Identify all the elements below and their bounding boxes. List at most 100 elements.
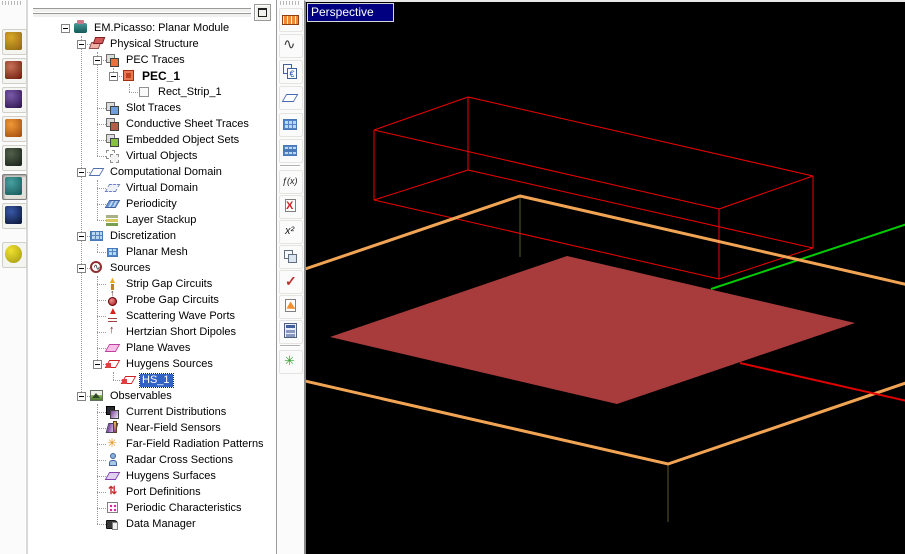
stacked-sheets-euro-button[interactable] xyxy=(279,60,303,84)
module-icon-blue-swoosh xyxy=(5,206,22,224)
module-button-purple-swirl[interactable] xyxy=(2,87,27,113)
expand-collapse-toggle[interactable] xyxy=(77,168,86,177)
3d-viewport[interactable]: Perspective xyxy=(304,0,905,554)
tree-item-plane-waves[interactable]: Plane Waves xyxy=(28,340,276,356)
minus-icon xyxy=(79,396,84,397)
sine-wave-button[interactable] xyxy=(279,34,303,58)
tree-item-virtual-objects[interactable]: Virtual Objects xyxy=(28,148,276,164)
tree-item-label: Periodic Characteristics xyxy=(124,502,245,515)
tree-item-embedded-object-sets[interactable]: Embedded Object Sets xyxy=(28,132,276,148)
layer-stackup-icon xyxy=(105,212,121,228)
tree-item-label: Virtual Objects xyxy=(124,150,200,163)
periodic-characteristics-icon xyxy=(105,500,121,516)
domain-parallelogram-button[interactable] xyxy=(279,86,303,110)
rect-strip-1-icon xyxy=(137,84,153,100)
tree-item-conductive-sheet-traces[interactable]: Conductive Sheet Traces xyxy=(28,116,276,132)
tree-item-label: Virtual Domain xyxy=(124,182,201,195)
mesh-grid-button[interactable] xyxy=(279,113,303,137)
duplicate-layers-button[interactable] xyxy=(279,245,303,269)
module-button-gold[interactable] xyxy=(2,29,27,55)
tree-item-virtual-domain[interactable]: Virtual Domain xyxy=(28,180,276,196)
tree-item-scattering-wave-ports[interactable]: Scattering Wave Ports xyxy=(28,308,276,324)
tree-item-probe-gap-circuits[interactable]: Probe Gap Circuits xyxy=(28,292,276,308)
function-fx-button[interactable] xyxy=(279,170,303,194)
expand-collapse-toggle[interactable] xyxy=(109,72,118,81)
scene-canvas[interactable] xyxy=(306,2,905,554)
tree-item-data-manager[interactable]: Data Manager xyxy=(28,516,276,532)
tree-item-slot-traces[interactable]: Slot Traces xyxy=(28,100,276,116)
tree-item-hs-1[interactable]: HS_1 xyxy=(28,372,276,388)
module-button-dark-molecules[interactable] xyxy=(2,145,27,171)
tree-item-label: Strip Gap Circuits xyxy=(124,278,215,291)
tree-item-discretization[interactable]: Discretization xyxy=(28,228,276,244)
tree-item-planar-mesh[interactable]: Planar Mesh xyxy=(28,244,276,260)
variables-x-button[interactable] xyxy=(279,195,303,219)
module-button-yellow-wheel[interactable] xyxy=(2,242,27,268)
x-squared-button[interactable] xyxy=(279,220,303,244)
minus-icon xyxy=(111,76,116,77)
tree-item-rect-strip-1[interactable]: Rect_Strip_1 xyxy=(28,84,276,100)
module-icon-orange-windmill xyxy=(5,119,22,137)
new-item-star-button[interactable] xyxy=(279,350,303,374)
expand-collapse-toggle[interactable] xyxy=(61,24,70,33)
toolbar-grip-handle[interactable] xyxy=(2,1,22,5)
tree-item-radar-cross-sections[interactable]: Radar Cross Sections xyxy=(28,452,276,468)
tree-item-layer-stackup[interactable]: Layer Stackup xyxy=(28,212,276,228)
expand-collapse-toggle[interactable] xyxy=(77,392,86,401)
panel-restore-button[interactable] xyxy=(254,4,271,21)
module-icon-yellow-wheel xyxy=(5,245,22,263)
huygens-box-wireframe[interactable] xyxy=(468,97,813,176)
tree-item-label: Port Definitions xyxy=(124,486,204,499)
tree-item-label: Observables xyxy=(108,390,175,403)
module-button-orange-windmill[interactable] xyxy=(2,116,27,142)
tree-item-label: Huygens Sources xyxy=(124,358,216,371)
tree-item-label: Far-Field Radiation Patterns xyxy=(124,438,267,451)
tree-item-periodic-characteristics[interactable]: Periodic Characteristics xyxy=(28,500,276,516)
pec-rect-strip-plane[interactable] xyxy=(330,256,855,404)
toolbar-grip-handle[interactable] xyxy=(280,1,300,5)
module-button-planar-module-active[interactable] xyxy=(2,174,27,200)
tree-item-label: Planar Mesh xyxy=(124,246,191,259)
tree-item-label: Near-Field Sensors xyxy=(124,422,224,435)
expand-collapse-toggle[interactable] xyxy=(77,232,86,241)
tree-item-pec-1[interactable]: PEC_1 xyxy=(28,68,276,84)
tree-item-huygens-sources[interactable]: Huygens Sources xyxy=(28,356,276,372)
expand-collapse-toggle[interactable] xyxy=(77,40,86,49)
huygens-box-wireframe[interactable] xyxy=(374,170,468,200)
tree-item-pec-traces[interactable]: PEC Traces xyxy=(28,52,276,68)
tree-item-label: PEC Traces xyxy=(124,54,188,67)
expand-collapse-toggle[interactable] xyxy=(77,264,86,273)
module-button-blue-swoosh[interactable] xyxy=(2,203,27,229)
expand-collapse-toggle[interactable] xyxy=(93,56,102,65)
tree-item-near-field-sensors[interactable]: Near-Field Sensors xyxy=(28,420,276,436)
tree-item-computational-domain[interactable]: Computational Domain xyxy=(28,164,276,180)
tree-item-label: EM.Picasso: Planar Module xyxy=(92,22,232,35)
sine-wave-icon xyxy=(282,37,299,54)
tree-item-em-picasso-planar-module[interactable]: EM.Picasso: Planar Module xyxy=(28,20,276,36)
tree-item-sources[interactable]: Sources xyxy=(28,260,276,276)
ruler-button[interactable] xyxy=(279,8,303,32)
tree-item-port-definitions[interactable]: Port Definitions xyxy=(28,484,276,500)
tree-item-observables[interactable]: Observables xyxy=(28,388,276,404)
tree-item-label: Huygens Surfaces xyxy=(124,470,219,483)
huygens-box-wireframe[interactable] xyxy=(374,97,468,130)
panel-grip-bar[interactable] xyxy=(33,13,251,18)
calculator-button[interactable] xyxy=(279,320,303,344)
tree-item-hertzian-short-dipoles[interactable]: Hertzian Short Dipoles xyxy=(28,324,276,340)
tree-item-strip-gap-circuits[interactable]: Strip Gap Circuits xyxy=(28,276,276,292)
tree-item-far-field-radiation-patterns[interactable]: Far-Field Radiation Patterns xyxy=(28,436,276,452)
huygens-box-wireframe[interactable] xyxy=(719,176,813,209)
expand-collapse-toggle[interactable] xyxy=(93,360,102,369)
tree-item-current-distributions[interactable]: Current Distributions xyxy=(28,404,276,420)
module-icon-gold xyxy=(5,32,22,50)
tree-item-periodicity[interactable]: Periodicity xyxy=(28,196,276,212)
module-button-red-sphere[interactable] xyxy=(2,58,27,84)
module-icon-red-sphere xyxy=(5,61,22,79)
restore-window-icon xyxy=(258,8,267,17)
mesh-settings-button[interactable] xyxy=(279,139,303,163)
huygens-box-wireframe[interactable] xyxy=(374,130,719,209)
tree-item-huygens-surfaces[interactable]: Huygens Surfaces xyxy=(28,468,276,484)
validate-check-button[interactable] xyxy=(279,270,303,294)
run-simulation-button[interactable] xyxy=(279,295,303,319)
tree-item-physical-structure[interactable]: Physical Structure xyxy=(28,36,276,52)
